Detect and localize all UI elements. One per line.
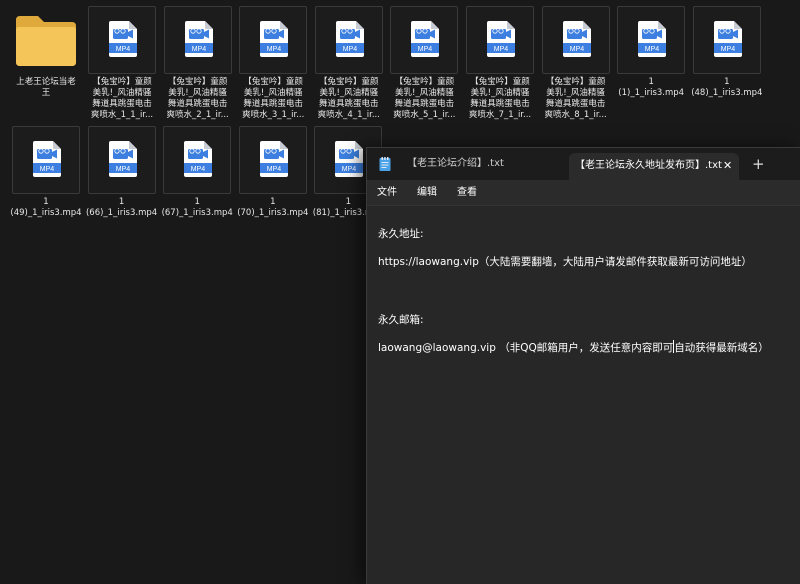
video-file-item[interactable]: MP4 1 (67)_1_iris3.mp4 [162, 126, 233, 219]
video-file-item[interactable]: MP4 【兔宝吟】童颜 美乳!_风油精骚 舞道具跳蛋电击 爽喷水_7_1_ir..… [466, 6, 534, 121]
notepad-window: 【老王论坛介绍】.txt 【老王论坛永久地址发布页】.txt ✕ + 文件 编辑… [366, 147, 800, 584]
file-thumb: MP4 [466, 6, 534, 74]
video-file-item[interactable]: MP4 【兔宝吟】童颜 美乳!_风油精骚 舞道具跳蛋电击 爽喷水_5_1_ir..… [390, 6, 459, 121]
text-editor[interactable]: 永久地址: https://laowang.vip（大陆需要翻墙，大陆用户请发邮… [367, 206, 800, 584]
file-name: 【兔宝吟】童颜 美乳!_风油精骚 舞道具跳蛋电击 爽喷水_5_1_ir... [393, 77, 456, 120]
mp4-badge: MP4 [645, 46, 660, 53]
text-line: 永久邮箱: [378, 314, 424, 326]
file-thumb: MP4 [390, 6, 459, 74]
file-thumb: MP4 [88, 6, 156, 74]
mp4-file-icon: MP4 [184, 21, 213, 57]
text-line: https://laowang.vip（大陆需要翻墙，大陆用户请发邮件获取最新可… [378, 256, 752, 268]
file-thumb: MP4 [692, 6, 761, 74]
file-thumb: MP4 [314, 6, 383, 74]
tab-intro[interactable]: 【老王论坛介绍】.txt [407, 148, 567, 180]
file-name: 【兔宝吟】童颜 美乳!_风油精骚 舞道具跳蛋电击 爽喷水_2_1_ir... [166, 77, 229, 120]
video-file-item[interactable]: MP4 【兔宝吟】童颜 美乳!_风油精骚 舞道具跳蛋电击 爽喷水_2_1_ir..… [163, 6, 232, 121]
mp4-file-icon: MP4 [335, 21, 364, 57]
file-thumb: MP4 [163, 6, 232, 74]
mp4-file-icon: MP4 [562, 21, 591, 57]
file-thumb: MP4 [163, 126, 232, 194]
mp4-badge: MP4 [418, 46, 433, 53]
mp4-badge: MP4 [116, 46, 131, 53]
mp4-file-icon: MP4 [335, 141, 364, 177]
folder-icon [16, 16, 76, 66]
file-name: 【兔宝吟】童颜 美乳!_风油精骚 舞道具跳蛋电击 爽喷水_4_1_ir... [317, 77, 380, 120]
mp4-file-icon: MP4 [109, 21, 137, 57]
mp4-file-icon: MP4 [259, 141, 288, 177]
close-tab-icon[interactable]: ✕ [723, 153, 732, 178]
text-segment: laowang@laowang.vip （非QQ邮箱用户，发送任意内容即可 [378, 342, 674, 354]
mp4-badge: MP4 [40, 166, 55, 173]
video-file-item[interactable]: MP4 1 (48)_1_iris3.mp4 [691, 6, 762, 99]
file-name: 【兔宝吟】童颜 美乳!_风油精骚 舞道具跳蛋电击 爽喷水_1_1_ir... [90, 77, 154, 120]
video-file-item[interactable]: MP4 1 (49)_1_iris3.mp4 [10, 126, 82, 219]
video-file-item[interactable]: MP4 【兔宝吟】童颜 美乳!_风油精骚 舞道具跳蛋电击 爽喷水_3_1_ir..… [239, 6, 308, 121]
file-thumb: MP4 [87, 126, 156, 194]
mp4-file-icon: MP4 [638, 21, 667, 57]
file-thumb: MP4 [541, 6, 610, 74]
text-segment: 自动获得最新域名） [674, 342, 769, 354]
mp4-badge: MP4 [342, 166, 357, 173]
video-file-item[interactable]: MP4 【兔宝吟】童颜 美乳!_风油精骚 舞道具跳蛋电击 爽喷水_4_1_ir..… [314, 6, 383, 121]
folder-thumb [12, 6, 80, 74]
tab-address-label: 【老王论坛永久地址发布页】.txt [575, 160, 722, 171]
mp4-badge: MP4 [494, 46, 509, 53]
video-file-item[interactable]: MP4 【兔宝吟】童颜 美乳!_风油精骚 舞道具跳蛋电击 爽喷水_1_1_ir..… [88, 6, 156, 121]
video-file-item[interactable]: MP4 【兔宝吟】童颜 美乳!_风油精骚 舞道具跳蛋电击 爽喷水_8_1_ir..… [541, 6, 610, 121]
menu-file[interactable]: 文件 [377, 180, 397, 206]
video-file-item[interactable]: MP4 1 (70)_1_iris3.mp4 [237, 126, 308, 219]
file-name: 1 (70)_1_iris3.mp4 [237, 197, 309, 218]
file-thumb: MP4 [617, 6, 686, 74]
mp4-file-icon: MP4 [487, 21, 515, 57]
menu-edit[interactable]: 编辑 [417, 180, 437, 206]
video-file-item[interactable]: MP4 1 (1)_1_iris3.mp4 [617, 6, 686, 99]
file-name: 1 (49)_1_iris3.mp4 [10, 197, 82, 218]
file-name: 1 (67)_1_iris3.mp4 [161, 197, 233, 218]
mp4-badge: MP4 [191, 46, 206, 53]
mp4-file-icon: MP4 [184, 141, 213, 177]
file-name: 【兔宝吟】童颜 美乳!_风油精骚 舞道具跳蛋电击 爽喷水_3_1_ir... [242, 77, 305, 120]
folder-item[interactable]: 上老王论坛当老 王 [12, 6, 80, 99]
menu-view[interactable]: 查看 [457, 180, 477, 206]
file-name: 【兔宝吟】童颜 美乳!_风油精骚 舞道具跳蛋电击 爽喷水_8_1_ir... [544, 77, 607, 120]
mp4-badge: MP4 [191, 166, 206, 173]
mp4-badge: MP4 [267, 46, 282, 53]
notepad-app-icon [379, 157, 391, 171]
mp4-badge: MP4 [343, 46, 358, 53]
mp4-file-icon: MP4 [108, 141, 137, 177]
text-line: laowang@laowang.vip （非QQ邮箱用户，发送任意内容即可自动获… [378, 340, 769, 355]
file-thumb: MP4 [239, 6, 308, 74]
video-file-item[interactable]: MP4 1 (66)_1_iris3.mp4 [86, 126, 157, 219]
mp4-badge: MP4 [267, 166, 282, 173]
tab-address[interactable]: 【老王论坛永久地址发布页】.txt ✕ [569, 153, 739, 180]
file-name: 1 (1)_1_iris3.mp4 [618, 77, 685, 98]
mp4-file-icon: MP4 [33, 141, 61, 177]
file-name: 1 (66)_1_iris3.mp4 [85, 197, 158, 218]
mp4-badge: MP4 [569, 46, 584, 53]
menu-bar: 文件 编辑 查看 [367, 180, 800, 206]
file-name: 上老王论坛当老 王 [16, 77, 76, 98]
mp4-badge: MP4 [115, 166, 130, 173]
tab-bar: 【老王论坛介绍】.txt 【老王论坛永久地址发布页】.txt ✕ + [367, 148, 800, 180]
file-name: 1 (48)_1_iris3.mp4 [691, 77, 763, 98]
file-name: 【兔宝吟】童颜 美乳!_风油精骚 舞道具跳蛋电击 爽喷水_7_1_ir... [468, 77, 532, 120]
mp4-file-icon: MP4 [713, 21, 742, 57]
mp4-file-icon: MP4 [411, 21, 440, 57]
file-thumb: MP4 [12, 126, 80, 194]
text-line: 永久地址: [378, 228, 424, 240]
mp4-file-icon: MP4 [260, 21, 289, 57]
mp4-badge: MP4 [721, 46, 736, 53]
add-tab-button[interactable]: + [752, 148, 765, 180]
file-thumb: MP4 [238, 126, 307, 194]
